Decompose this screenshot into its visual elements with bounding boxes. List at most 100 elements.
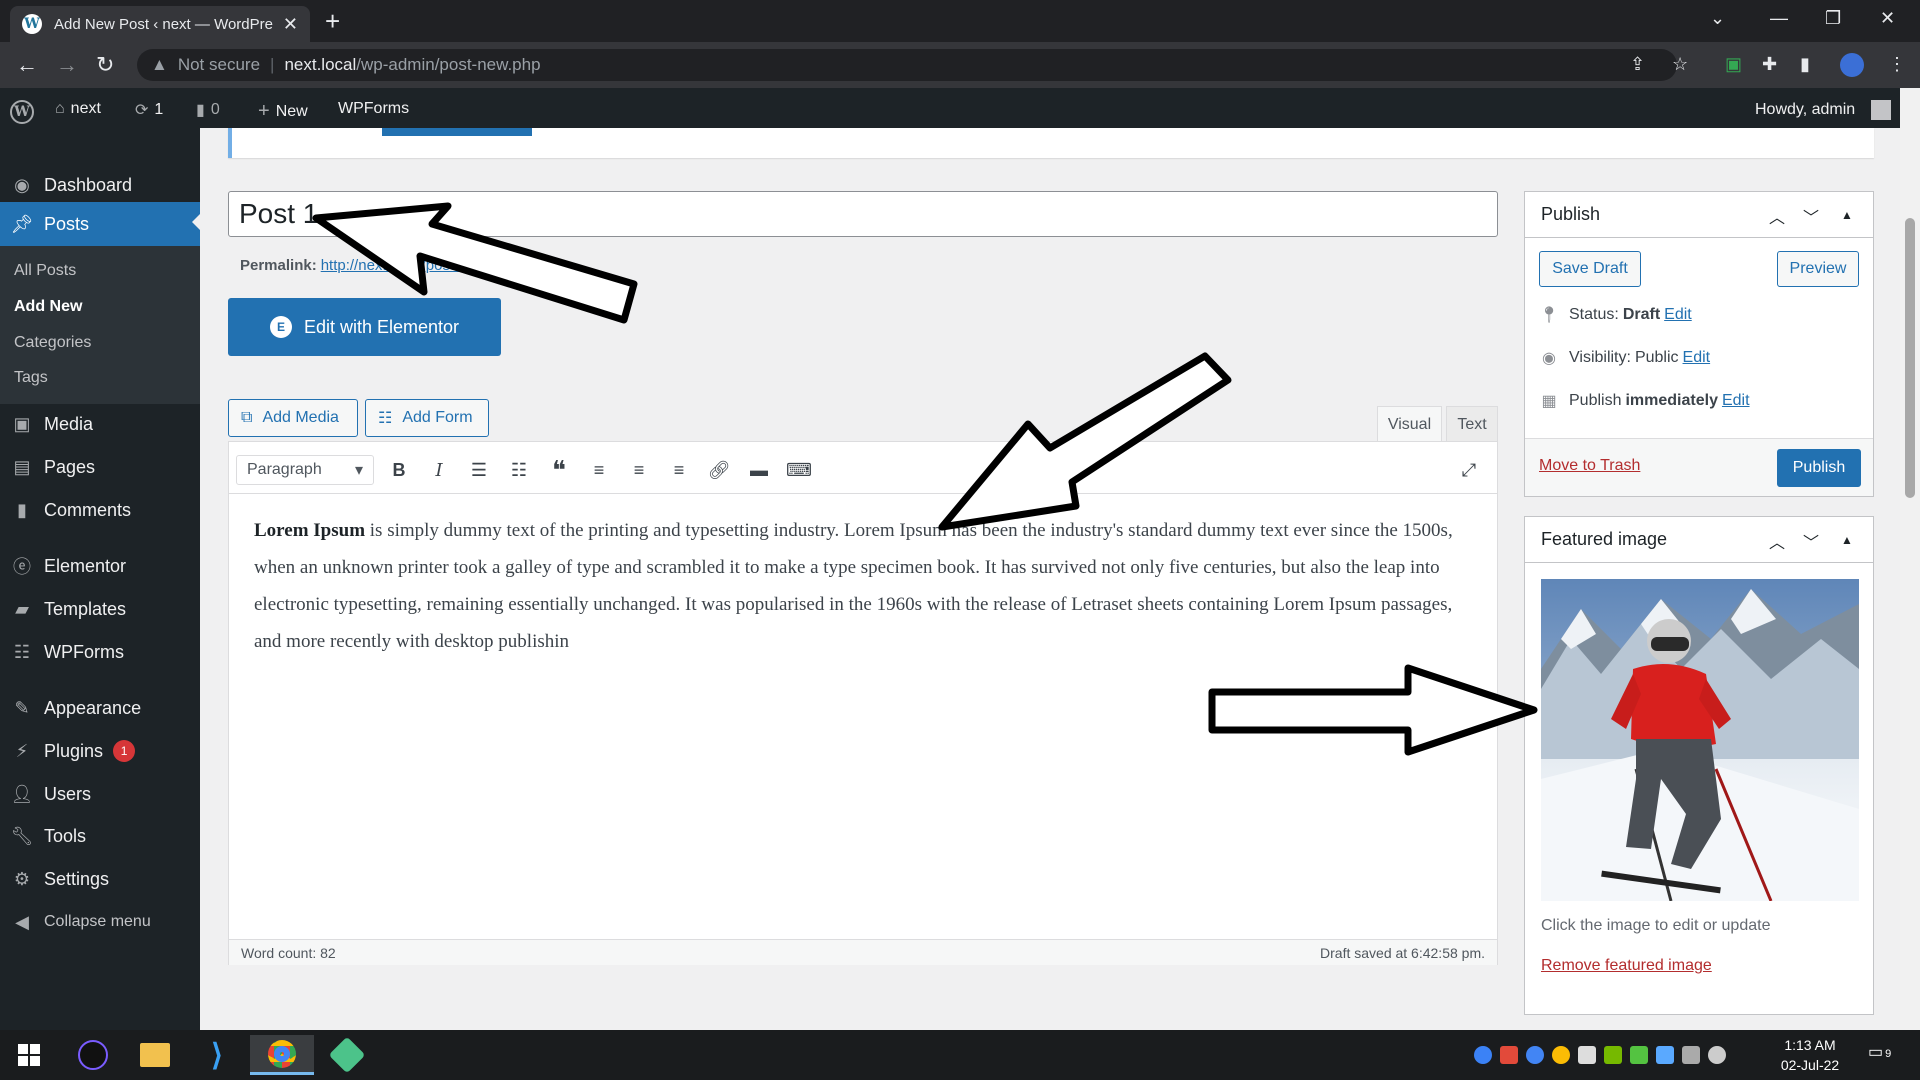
tray-check-icon[interactable] <box>1630 1046 1648 1064</box>
volume-icon[interactable] <box>1708 1046 1726 1064</box>
move-down-icon[interactable]: ﹀ <box>1803 204 1819 228</box>
tray-icon-1[interactable] <box>1474 1046 1492 1064</box>
browser-tab[interactable]: W Add New Post ‹ next — WordPre ✕ <box>10 6 310 42</box>
featured-image[interactable] <box>1541 579 1859 901</box>
tray-icon-2[interactable] <box>1500 1046 1518 1064</box>
chrome-taskbar-icon[interactable] <box>250 1035 314 1075</box>
collapse-menu-button[interactable]: ◀ Collapse menu <box>0 902 200 942</box>
align-left-icon[interactable]: ≡ <box>585 456 613 484</box>
move-to-trash-link[interactable]: Move to Trash <box>1539 457 1640 475</box>
windows-start-icon[interactable] <box>0 1035 58 1075</box>
extension-sg-icon[interactable]: ▣ <box>1725 54 1742 75</box>
sidebar-item-posts[interactable]: 📌︎ Posts <box>0 202 200 246</box>
save-draft-button[interactable]: Save Draft <box>1539 251 1641 287</box>
align-right-icon[interactable]: ≡ <box>665 456 693 484</box>
tray-app-icon[interactable] <box>1656 1046 1674 1064</box>
wpforms-adminbar-link[interactable]: WPForms <box>338 100 409 118</box>
tray-icon-3[interactable] <box>1526 1046 1544 1064</box>
sidebar-item-plugins[interactable]: ⚡︎ Plugins 1 <box>0 731 200 771</box>
submenu-all-posts[interactable]: All Posts <box>14 262 76 280</box>
blockquote-icon[interactable]: ❝ <box>545 455 573 485</box>
move-down-icon[interactable]: ﹀ <box>1803 529 1819 553</box>
minimize-icon[interactable]: — <box>1770 8 1788 29</box>
tab-visual[interactable]: Visual <box>1377 406 1442 442</box>
preview-button[interactable]: Preview <box>1777 251 1859 287</box>
toolbar-toggle-icon[interactable]: ⌨ <box>785 456 813 484</box>
file-explorer-icon[interactable] <box>126 1035 184 1075</box>
post-title-field[interactable]: Post 1 <box>228 191 1498 237</box>
tray-chrome-icon[interactable] <box>1552 1046 1570 1064</box>
bookmark-star-icon[interactable]: ☆ <box>1672 54 1688 75</box>
schedule-edit-link[interactable]: Edit <box>1722 392 1750 410</box>
read-more-icon[interactable]: ▬ <box>745 456 773 484</box>
submenu-add-new[interactable]: Add New <box>14 298 82 316</box>
new-tab-icon[interactable]: + <box>325 6 340 37</box>
sidebar-item-wpforms[interactable]: ☷ WPForms <box>0 632 200 672</box>
remove-featured-image-link[interactable]: Remove featured image <box>1541 957 1712 975</box>
align-center-icon[interactable]: ≡ <box>625 456 653 484</box>
sidebar-item-elementor[interactable]: ⓔ Elementor <box>0 546 200 586</box>
scrollbar-thumb[interactable] <box>1905 218 1915 498</box>
sidebar-item-templates[interactable]: ▰ Templates <box>0 589 200 629</box>
back-icon[interactable]: ← <box>16 52 38 78</box>
close-window-icon[interactable]: ✕ <box>1880 8 1895 29</box>
visibility-edit-link[interactable]: Edit <box>1683 349 1711 367</box>
vscode-icon[interactable]: ⟩ <box>188 1035 246 1075</box>
forward-icon[interactable]: → <box>56 52 78 78</box>
sidebar-item-dashboard[interactable]: ◉ Dashboard <box>0 165 200 205</box>
local-app-icon[interactable] <box>318 1035 376 1075</box>
system-clock[interactable]: 1:13 AM 02-Jul-22 <box>1760 1035 1860 1075</box>
updates-link[interactable]: ⟳ 1 <box>135 100 163 120</box>
share-icon[interactable]: ⇪ <box>1630 54 1645 75</box>
move-up-icon[interactable]: ︿ <box>1769 529 1785 553</box>
page-scrollbar[interactable] <box>1900 88 1920 1030</box>
address-bar[interactable]: ▲ Not secure | next.local /wp-admin/post… <box>137 49 1677 81</box>
format-select[interactable]: Paragraph ▾ <box>236 455 374 485</box>
wordpress-logo-icon[interactable]: W <box>10 100 34 124</box>
status-edit-link[interactable]: Edit <box>1664 306 1692 324</box>
submenu-categories[interactable]: Categories <box>14 334 91 352</box>
publish-button[interactable]: Publish <box>1777 449 1861 487</box>
profile-avatar[interactable] <box>1840 53 1864 77</box>
add-form-button[interactable]: ☷ Add Form <box>365 399 489 437</box>
permalink-url[interactable]: http://next.local/post-1/ <box>321 257 472 274</box>
edit-with-elementor-button[interactable]: E Edit with Elementor <box>228 298 501 356</box>
submenu-tags[interactable]: Tags <box>14 369 48 387</box>
sidebar-item-pages[interactable]: ▤ Pages <box>0 447 200 487</box>
add-media-button[interactable]: ⧉ Add Media <box>228 399 358 437</box>
permalink-edit-button[interactable]: Edit <box>479 254 523 276</box>
tray-shield-icon[interactable] <box>1578 1046 1596 1064</box>
italic-icon[interactable]: I <box>425 456 453 484</box>
site-name-link[interactable]: ⌂ next <box>55 100 101 118</box>
sidebar-item-users[interactable]: 👤︎ Users <box>0 774 200 814</box>
sidebar-item-settings[interactable]: ⚙︎ Settings <box>0 859 200 899</box>
bullet-list-icon[interactable]: ☰ <box>465 456 493 484</box>
toggle-panel-icon[interactable]: ▲ <box>1841 533 1853 547</box>
extensions-puzzle-icon[interactable]: ✚ <box>1762 54 1777 75</box>
new-content-link[interactable]: + New <box>258 100 308 123</box>
numbered-list-icon[interactable]: ☷ <box>505 456 533 484</box>
restore-icon[interactable]: ❐ <box>1825 8 1841 29</box>
editor-content[interactable]: Lorem Ipsum is simply dummy text of the … <box>254 512 1479 660</box>
link-icon[interactable]: 🔗︎ <box>705 456 733 484</box>
tray-nvidia-icon[interactable] <box>1604 1046 1622 1064</box>
close-tab-icon[interactable]: ✕ <box>283 14 298 35</box>
account-menu[interactable]: Howdy, admin <box>1755 100 1892 120</box>
network-icon[interactable] <box>1682 1046 1700 1064</box>
side-panel-icon[interactable]: ▮ <box>1800 54 1810 75</box>
sidebar-item-media[interactable]: ▣ Media <box>0 404 200 444</box>
sidebar-item-appearance[interactable]: ✎ Appearance <box>0 688 200 728</box>
bold-icon[interactable]: B <box>385 456 413 484</box>
sidebar-item-comments[interactable]: ▮ Comments <box>0 490 200 530</box>
reload-icon[interactable]: ↻ <box>96 52 114 78</box>
media-player-icon[interactable] <box>64 1035 122 1075</box>
fullscreen-icon[interactable]: ⤢ <box>1455 456 1483 484</box>
tab-text[interactable]: Text <box>1446 406 1498 442</box>
toggle-panel-icon[interactable]: ▲ <box>1841 208 1853 222</box>
browser-menu-icon[interactable]: ⋮ <box>1888 54 1906 75</box>
sidebar-item-tools[interactable]: 🔧︎ Tools <box>0 816 200 856</box>
notification-center-icon[interactable]: ▭ 9 <box>1868 1042 1891 1062</box>
comments-link[interactable]: ▮ 0 <box>196 100 220 120</box>
move-up-icon[interactable]: ︿ <box>1769 204 1785 228</box>
notice-button[interactable] <box>382 128 532 136</box>
